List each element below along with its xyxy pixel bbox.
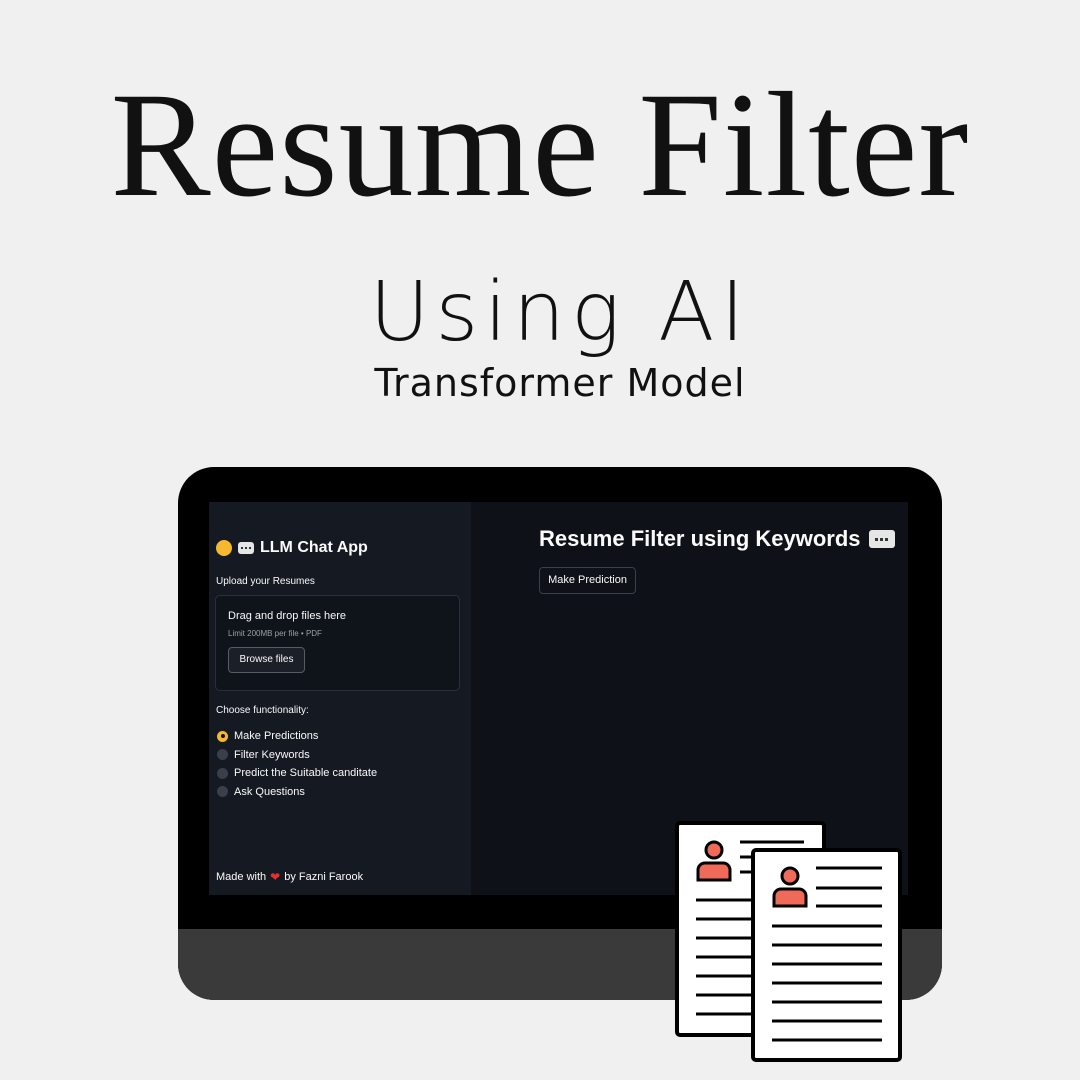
app-title-text: LLM Chat App — [260, 539, 368, 556]
radio-label: Ask Questions — [234, 785, 305, 798]
file-dropzone[interactable]: Drag and drop files here Limit 200MB per… — [215, 595, 460, 691]
radio-label: Make Predictions — [234, 730, 319, 743]
speech-bubble-icon — [238, 542, 254, 554]
upload-label: Upload your Resumes — [216, 576, 315, 587]
main-title-text: Resume Filter using Keywords — [539, 526, 861, 551]
dropzone-title: Drag and drop files here — [228, 610, 347, 622]
app-title: LLM Chat App — [216, 539, 368, 557]
dropzone-limit: Limit 200MB per file • PDF — [228, 629, 322, 638]
main-title: Resume Filter using Keywords — [539, 526, 895, 552]
headline: Resume Filter — [110, 62, 970, 228]
radio-option-predict-candidate[interactable]: Predict the Suitable canditate — [217, 764, 377, 783]
smiling-face-icon — [216, 540, 232, 556]
browse-files-button[interactable]: Browse files — [228, 647, 305, 673]
choose-label: Choose functionality: — [216, 705, 309, 716]
footer-suffix: by Fazni Farook — [284, 871, 364, 883]
radio-button[interactable] — [217, 767, 228, 779]
footer-prefix: Made with — [216, 871, 267, 883]
heart-icon: ❤ — [270, 870, 281, 884]
radio-option-make-predictions[interactable]: Make Predictions — [217, 727, 377, 746]
make-prediction-button[interactable]: Make Prediction — [539, 567, 636, 594]
sidebar: LLM Chat App Upload your Resumes Drag an… — [209, 502, 471, 895]
model-line: Transformer Model — [374, 361, 746, 405]
radio-label: Filter Keywords — [234, 748, 310, 761]
radio-option-ask-questions[interactable]: Ask Questions — [217, 783, 377, 802]
resume-documents-icon — [675, 821, 902, 1062]
radio-option-filter-keywords[interactable]: Filter Keywords — [217, 746, 377, 765]
radio-button[interactable] — [217, 749, 228, 761]
radio-label: Predict the Suitable canditate — [234, 767, 378, 780]
radio-button[interactable] — [217, 730, 228, 742]
subline: Using AI — [369, 265, 751, 360]
functionality-radio-group: Make Predictions Filter Keywords Predict… — [217, 727, 377, 801]
speech-bubble-icon — [868, 530, 895, 548]
sidebar-footer: Made with ❤ by Fazni Farook — [216, 870, 363, 884]
radio-button[interactable] — [217, 786, 228, 798]
